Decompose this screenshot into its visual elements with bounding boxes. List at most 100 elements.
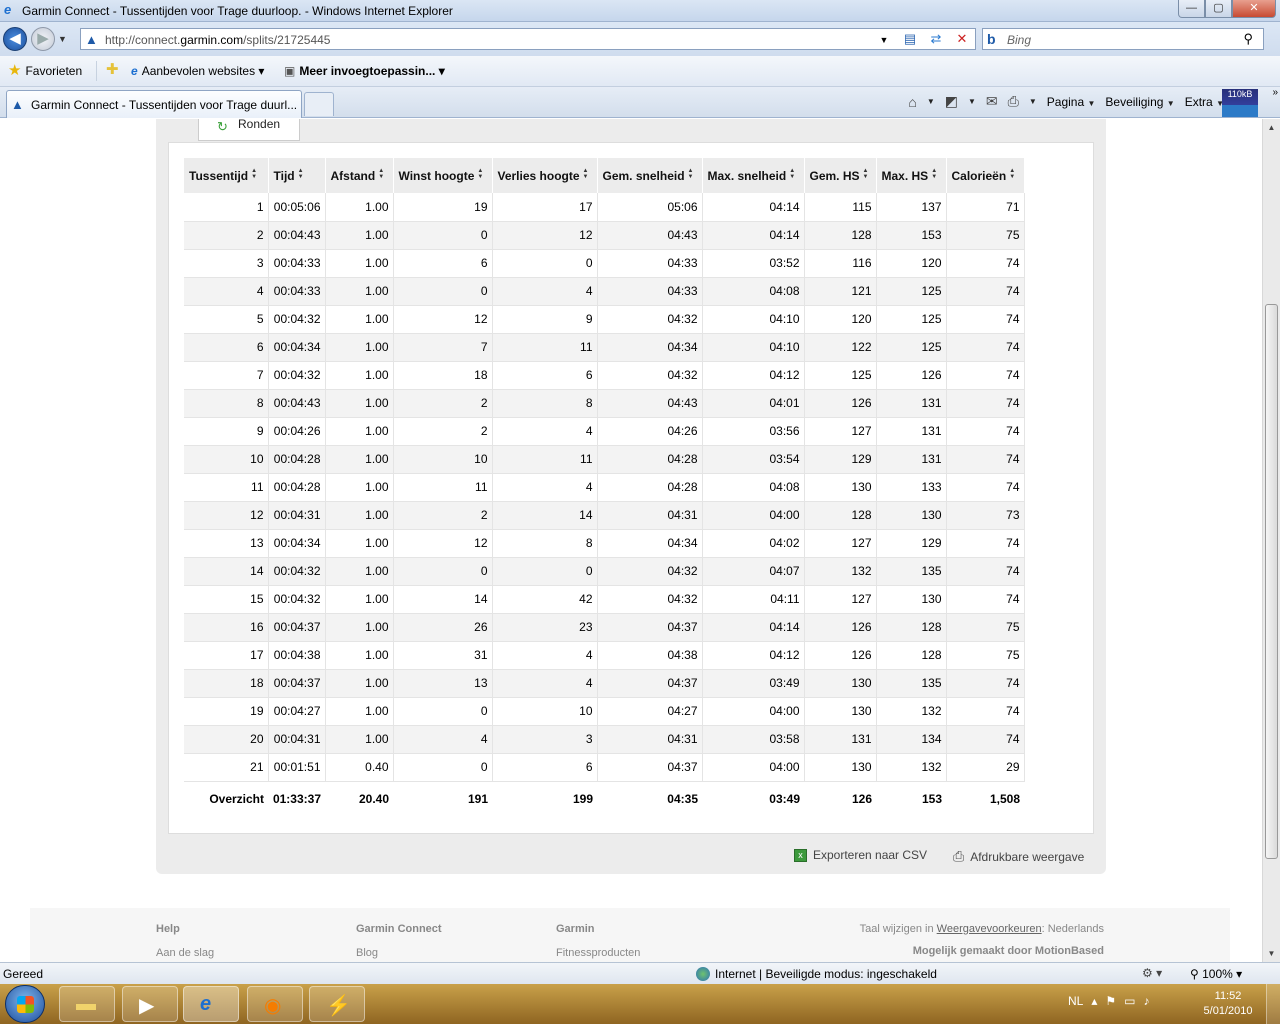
close-button[interactable]: ✕ [1232, 0, 1276, 18]
stop-icon[interactable]: ✕ [953, 31, 971, 49]
back-button[interactable]: ◀ [3, 27, 27, 51]
column-header-avg-hr[interactable]: Gem. HS ▲▼ [804, 158, 877, 193]
cell-distance: 1.00 [325, 249, 394, 278]
column-header-calories[interactable]: Calorieën ▲▼ [946, 158, 1025, 193]
footer-column-garmin-connect: Garmin Connect Blog [356, 923, 442, 959]
security-zone[interactable]: Internet | Beveiligde modus: ingeschakel… [696, 967, 937, 981]
display-preferences-link[interactable]: Weergavevoorkeuren [937, 923, 1042, 935]
cell-avg-hr: 127 [804, 417, 877, 446]
address-url[interactable]: http://connect.garmin.com/splits/2172544… [105, 33, 330, 47]
cell-distance: 1.00 [325, 641, 394, 670]
command-bar-overflow-icon[interactable]: » [1272, 87, 1278, 98]
address-bar[interactable]: ▲ http://connect.garmin.com/splits/21725… [80, 28, 976, 50]
column-header-time[interactable]: Tijd ▲▼ [268, 158, 326, 193]
start-button[interactable] [5, 985, 45, 1023]
refresh-laps-icon: ↻ [217, 119, 228, 134]
taskbar-media-player-button[interactable]: ▶ [122, 986, 178, 1022]
scrollbar-thumb[interactable] [1265, 304, 1278, 859]
summary-loss: 199 [492, 781, 597, 817]
favorites-button[interactable]: ★ Favorieten [8, 63, 82, 78]
tab-ronden[interactable]: ↻ Ronden [198, 119, 300, 141]
footer-link-getting-started[interactable]: Aan de slag [156, 947, 214, 959]
compatibility-view-icon[interactable]: ▤ [901, 31, 919, 49]
address-dropdown-icon[interactable]: ▼ [875, 31, 893, 49]
tab-strip: ▲ Garmin Connect - Tussentijden voor Tra… [0, 87, 1280, 118]
home-dropdown-icon[interactable]: ▼ [927, 97, 935, 106]
taskbar-internet-explorer-button[interactable]: e [183, 986, 239, 1022]
footer-link-fitness-products[interactable]: Fitnessproducten [556, 947, 640, 959]
add-to-favorites-bar-icon[interactable]: ✚ [106, 62, 119, 77]
cell-gain: 0 [393, 697, 493, 726]
print-view-link[interactable]: ⎙ Afdrukbare weergave [953, 848, 1084, 865]
cell-max-hr: 133 [876, 473, 947, 502]
cell-max-hr: 131 [876, 389, 947, 418]
taskbar-explorer-button[interactable]: ▬ [59, 986, 115, 1022]
column-header-distance[interactable]: Afstand ▲▼ [325, 158, 394, 193]
print-icon[interactable]: ⎙ [1008, 93, 1019, 110]
footer-link-blog[interactable]: Blog [356, 947, 442, 959]
minimize-button[interactable]: — [1178, 0, 1205, 18]
column-header-gain[interactable]: Winst hoogte ▲▼ [393, 158, 493, 193]
show-hidden-icons-icon[interactable]: ▴ [1091, 994, 1097, 1008]
protected-mode-icon[interactable]: ⚙ ▾ [1142, 966, 1162, 980]
cell-distance: 1.00 [325, 305, 394, 334]
forward-button[interactable]: ▶ [31, 27, 55, 51]
refresh-icon[interactable]: ⇄ [927, 31, 945, 49]
cell-max-pace: 03:58 [702, 725, 805, 754]
home-icon[interactable]: ⌂ [908, 94, 916, 110]
cell-calories: 74 [946, 277, 1025, 306]
maximize-button[interactable]: ▢ [1205, 0, 1232, 18]
search-box[interactable]: b Bing ⚲ [982, 28, 1264, 50]
input-language[interactable]: NL [1068, 994, 1083, 1008]
cell-avg-hr: 126 [804, 613, 877, 642]
column-header-max-hr[interactable]: Max. HS ▲▼ [876, 158, 947, 193]
zoom-level[interactable]: ⚲ 100% ▾ [1190, 967, 1242, 981]
cell-time: 00:04:33 [268, 277, 326, 306]
scroll-up-arrow-icon[interactable]: ▲ [1263, 119, 1280, 136]
cell-max-pace: 03:49 [702, 669, 805, 698]
cell-max-hr: 131 [876, 417, 947, 446]
feeds-dropdown-icon[interactable]: ▼ [968, 97, 976, 106]
show-desktop-button[interactable] [1266, 984, 1280, 1024]
network-icon[interactable]: ▭ [1124, 994, 1135, 1008]
column-header-loss[interactable]: Verlies hoogte ▲▼ [492, 158, 598, 193]
tab-garmin-connect[interactable]: ▲ Garmin Connect - Tussentijden voor Tra… [6, 90, 302, 118]
column-header-max-pace[interactable]: Max. snelheid ▲▼ [702, 158, 805, 193]
export-csv-link[interactable]: x Exporteren naar CSV [794, 848, 927, 862]
search-icon[interactable]: ⚲ [1243, 31, 1253, 47]
taskbar-app-button[interactable]: ◉ [247, 986, 303, 1022]
summary-avg-hr: 126 [804, 781, 876, 817]
print-dropdown-icon[interactable]: ▼ [1029, 97, 1037, 106]
safety-menu[interactable]: Beveiliging ▼ [1105, 95, 1174, 109]
taskbar-garmin-button[interactable]: ⚡ [309, 986, 365, 1022]
cell-time: 00:04:33 [268, 249, 326, 278]
table-row: 8 00:04:43 1.00 2 8 04:43 04:01 126 131 74 [184, 389, 1025, 418]
summary-row: Overzicht 01:33:37 20.40 191 199 04:35 03:49 12… [184, 781, 1024, 817]
action-center-flag-icon[interactable]: ⚑ [1105, 994, 1116, 1008]
column-header-split[interactable]: Tussentijd ▲▼ [184, 158, 269, 193]
volume-icon[interactable]: ♪ [1143, 994, 1149, 1008]
page-icon: ▣ [284, 64, 296, 78]
clock[interactable]: 11:52 5/01/2010 [1198, 989, 1258, 1019]
cell-max-hr: 125 [876, 277, 947, 306]
sort-icon: ▲▼ [862, 168, 869, 180]
ie-icon: e [4, 2, 12, 17]
network-meter-widget[interactable]: 110kB [1222, 89, 1258, 117]
mail-icon[interactable]: ✉ [986, 93, 998, 110]
cell-loss: 8 [492, 389, 598, 418]
tools-menu[interactable]: Extra ▼ [1185, 95, 1224, 109]
feeds-icon[interactable]: ◩ [945, 93, 958, 110]
new-tab-button[interactable] [304, 92, 334, 116]
suggested-sites-link[interactable]: e Aanbevolen websites ▾ [131, 64, 264, 78]
cell-distance: 1.00 [325, 585, 394, 614]
cell-gain: 18 [393, 361, 493, 390]
column-header-avg-pace[interactable]: Gem. snelheid ▲▼ [597, 158, 703, 193]
vertical-scrollbar[interactable]: ▲ ▼ [1262, 119, 1280, 962]
get-more-addons-link[interactable]: ▣ Meer invoegtoepassin... ▾ [284, 64, 445, 78]
scroll-down-arrow-icon[interactable]: ▼ [1263, 945, 1280, 962]
page-menu[interactable]: Pagina ▼ [1047, 95, 1096, 109]
cell-time: 00:04:28 [268, 473, 326, 502]
cell-max-pace: 04:08 [702, 473, 805, 502]
search-placeholder[interactable]: Bing [1007, 33, 1031, 47]
recent-pages-dropdown-icon[interactable]: ▼ [58, 34, 67, 44]
